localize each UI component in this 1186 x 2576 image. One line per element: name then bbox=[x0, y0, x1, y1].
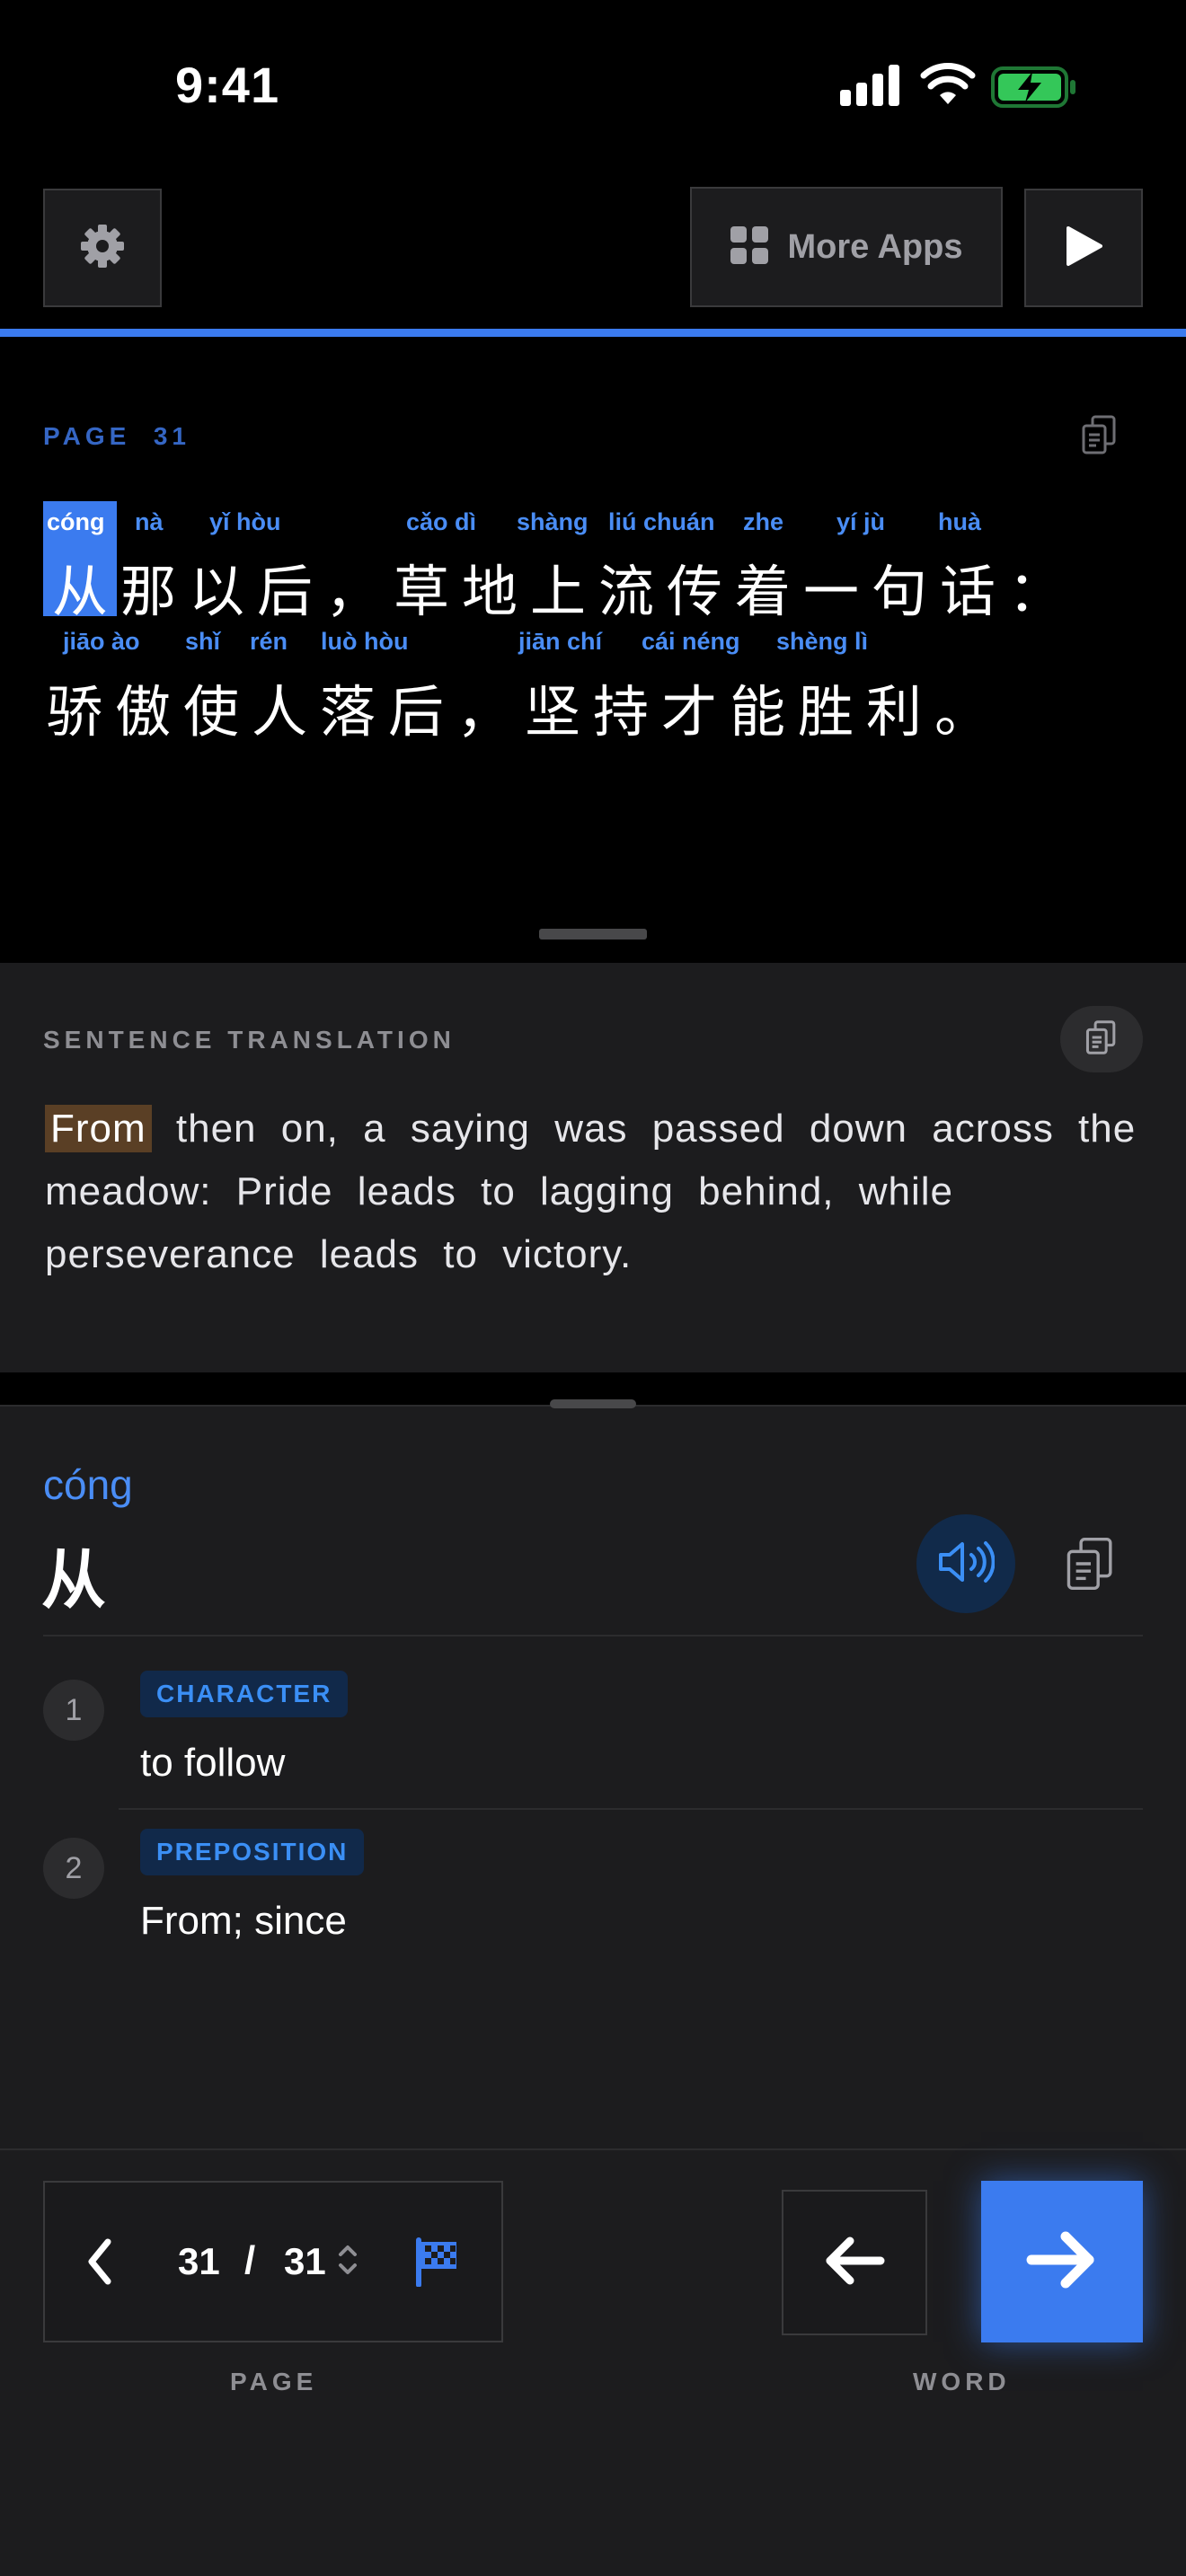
part-of-speech-tag: PREPOSITION bbox=[140, 1829, 365, 1875]
part-of-speech-tag: CHARACTER bbox=[140, 1671, 349, 1717]
page-select[interactable]: 31 bbox=[284, 2240, 358, 2283]
definition-number: 2 bbox=[43, 1838, 104, 1899]
panel-resize-handle[interactable] bbox=[539, 929, 647, 940]
pinyin: yí jù bbox=[836, 508, 886, 535]
pinyin: cái néng bbox=[642, 628, 740, 655]
page-number-label: PAGE 31 bbox=[43, 422, 190, 450]
page-caption: PAGE bbox=[230, 2368, 318, 2395]
divider bbox=[43, 1635, 1143, 1636]
status-time: 9:41 bbox=[175, 57, 280, 113]
copy-page-icon[interactable] bbox=[1080, 413, 1120, 461]
cellular-signal-icon bbox=[840, 65, 903, 106]
pinyin: shèng lì bbox=[776, 628, 869, 655]
pinyin: zhe bbox=[743, 508, 784, 535]
previous-page-button[interactable] bbox=[81, 2235, 117, 2293]
word-hanzi: 从 bbox=[41, 1542, 107, 1618]
previous-word-button[interactable] bbox=[782, 2190, 927, 2335]
grid-icon bbox=[730, 225, 768, 269]
translation-text: From then on, a saying was passed down a… bbox=[45, 1098, 1150, 1286]
copy-translation-button[interactable] bbox=[1060, 1006, 1143, 1072]
pinyin: huà bbox=[938, 508, 982, 535]
total-pages: 31 bbox=[284, 2240, 326, 2282]
pinyin: jiān chí bbox=[518, 628, 603, 655]
finish-flag-button[interactable] bbox=[413, 2236, 464, 2291]
chevron-up-down-icon bbox=[337, 2242, 358, 2282]
definition-number: 1 bbox=[43, 1680, 104, 1741]
divider bbox=[0, 2148, 1186, 2150]
pinyin: cóng bbox=[47, 508, 105, 535]
more-apps-button[interactable]: More Apps bbox=[690, 187, 1003, 307]
definition-text: From; since bbox=[140, 1899, 347, 1943]
more-apps-label: More Apps bbox=[787, 227, 963, 266]
copy-word-button[interactable] bbox=[1064, 1532, 1118, 1600]
battery-charging-icon bbox=[991, 66, 1077, 112]
chevron-left-icon bbox=[81, 2238, 117, 2292]
next-word-button[interactable] bbox=[981, 2181, 1143, 2342]
pinyin: nà bbox=[135, 508, 164, 535]
wifi-icon bbox=[920, 63, 976, 110]
pinyin: rén bbox=[250, 628, 288, 655]
highlighted-word: From bbox=[45, 1105, 152, 1152]
gear-icon bbox=[79, 223, 126, 274]
arrow-left-icon bbox=[823, 2236, 886, 2290]
pinyin: cǎo dì bbox=[406, 508, 477, 535]
translation-heading: SENTENCE TRANSLATION bbox=[43, 1026, 456, 1054]
play-icon bbox=[1065, 225, 1102, 271]
divider bbox=[119, 1808, 1143, 1810]
speaker-icon bbox=[937, 1539, 996, 1589]
pinyin: yǐ hòu bbox=[209, 508, 281, 535]
pinyin: liú chuán bbox=[608, 508, 715, 535]
checkered-flag-icon bbox=[413, 2237, 464, 2290]
sentence-line-1[interactable]: 从那以后，草地上流传着一句话： bbox=[52, 546, 1076, 627]
settings-button[interactable] bbox=[43, 189, 162, 307]
pinyin: shàng bbox=[517, 508, 589, 535]
copy-icon bbox=[1064, 1538, 1118, 1599]
definition-text: to follow bbox=[140, 1741, 286, 1785]
translation-rest: then on, a saying was passed down across… bbox=[45, 1107, 1137, 1276]
pronounce-button[interactable] bbox=[916, 1514, 1015, 1613]
word-caption: WORD bbox=[913, 2368, 1011, 2395]
arrow-right-icon bbox=[1026, 2231, 1098, 2293]
word-pinyin: cóng bbox=[43, 1461, 133, 1508]
reading-progress-bar bbox=[0, 329, 1186, 337]
pinyin: jiāo ào bbox=[63, 628, 140, 655]
pinyin: shǐ bbox=[185, 628, 221, 655]
page-separator: / bbox=[244, 2238, 256, 2282]
pinyin: luò hòu bbox=[321, 628, 409, 655]
current-page: 31 bbox=[178, 2240, 220, 2282]
sentence-line-2[interactable]: 骄傲使人落后，坚持才能胜利。 bbox=[47, 666, 1003, 747]
play-button[interactable] bbox=[1024, 189, 1143, 307]
drawer-handle[interactable] bbox=[550, 1399, 636, 1408]
copy-icon bbox=[1084, 1019, 1119, 1061]
